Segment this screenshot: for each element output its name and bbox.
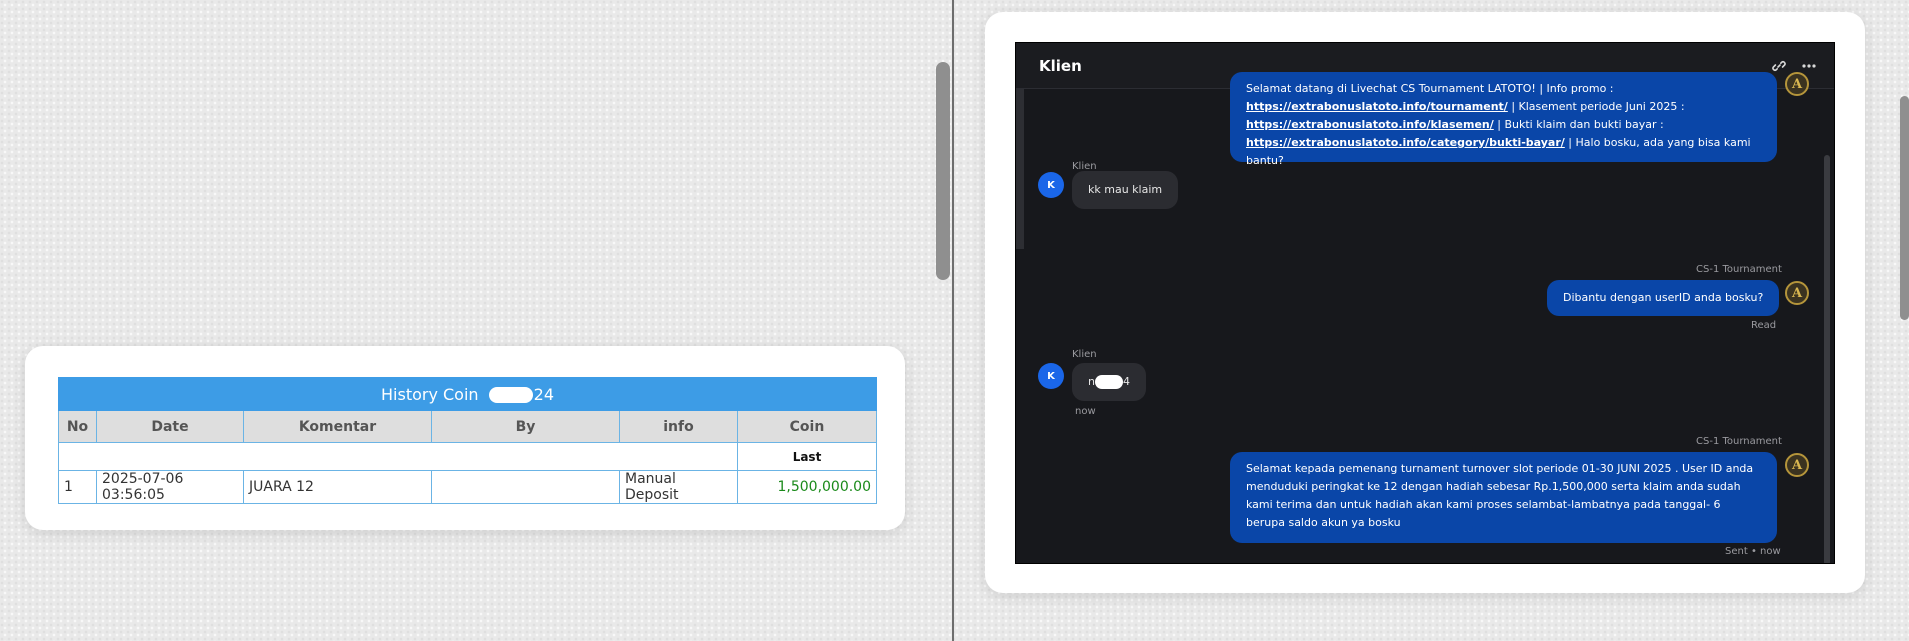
col-header-date: Date <box>96 410 244 443</box>
link-tournament[interactable]: https://extrabonuslatoto.info/tournament… <box>1246 100 1508 113</box>
history-coin-table: History Coin 24 No Date Komentar By info… <box>58 377 877 504</box>
message-text: | Bukti klaim dan bukti bayar : <box>1493 118 1664 131</box>
userid-suffix: 4 <box>1122 375 1130 388</box>
subheader-last: Last <box>737 442 877 471</box>
agent-avatar: A <box>1785 72 1809 96</box>
agent-sender-label: CS-1 Tournament <box>1696 436 1782 447</box>
read-status: Read <box>1751 320 1777 331</box>
table-subheader-row: Last <box>58 442 877 471</box>
client-sender-label: Klien <box>1072 349 1097 360</box>
table-title-row: History Coin 24 <box>58 377 877 411</box>
redaction-pill <box>488 387 533 403</box>
client-message: kk mau klaim <box>1072 171 1179 209</box>
cell-coin: 1,500,000.00 <box>737 470 877 504</box>
link-klasemen[interactable]: https://extrabonuslatoto.info/klasemen/ <box>1246 118 1494 131</box>
agent-message-congrats: Selamat kepada pemenang turnament turnov… <box>1230 452 1777 543</box>
message-text: Selamat datang di Livechat CS Tournament… <box>1246 82 1614 95</box>
table-title: History Coin 24 <box>58 377 877 411</box>
agent-message-welcome: Selamat datang di Livechat CS Tournament… <box>1230 72 1777 167</box>
cell-info: Manual Deposit <box>619 470 738 504</box>
chat-scrollbar[interactable] <box>1824 155 1830 563</box>
client-message-userid: n4 <box>1072 363 1146 401</box>
message-time: now <box>1075 406 1096 417</box>
col-header-info: info <box>619 410 738 443</box>
client-avatar: K <box>1038 363 1064 389</box>
cell-by <box>431 470 620 504</box>
table-header-row: No Date Komentar By info Coin <box>58 410 877 443</box>
agent-avatar: A <box>1785 453 1809 477</box>
agent-message: Dibantu dengan userID anda bosku? <box>1547 280 1780 316</box>
col-header-no: No <box>58 410 97 443</box>
table-row: 1 2025-07-06 03:56:05 JUARA 12 Manual De… <box>58 470 877 504</box>
link-bukti-bayar[interactable]: https://extrabonuslatoto.info/category/b… <box>1246 136 1565 149</box>
left-scrollbar-thumb[interactable] <box>936 62 950 280</box>
sent-status: Sent • now <box>1725 546 1781 557</box>
right-scrollbar-thumb[interactable] <box>1900 96 1909 320</box>
history-coin-card: History Coin 24 No Date Komentar By info… <box>25 346 905 530</box>
cell-date: 2025-07-06 03:56:05 <box>96 470 244 504</box>
col-header-komentar: Komentar <box>243 410 432 443</box>
message-text: | Klasement periode Juni 2025 : <box>1507 100 1685 113</box>
agent-sender-label: CS-1 Tournament <box>1696 264 1782 275</box>
table-title-suffix: 24 <box>533 384 554 404</box>
panel-divider <box>952 0 954 641</box>
userid-prefix: n <box>1088 375 1095 388</box>
cell-komentar: JUARA 12 <box>243 470 432 504</box>
chat-left-scroll-indicator <box>1016 89 1024 249</box>
agent-avatar: A <box>1785 281 1809 305</box>
client-avatar: K <box>1038 172 1064 198</box>
col-header-coin: Coin <box>737 410 877 443</box>
subheader-empty <box>58 442 738 471</box>
col-header-by: By <box>431 410 620 443</box>
chat-title: Klien <box>1039 57 1082 75</box>
chat-window: Klien Selamat datang di Livechat CS Tour… <box>1015 42 1835 564</box>
cell-no: 1 <box>58 470 97 504</box>
table-title-text: History Coin <box>381 384 484 404</box>
redaction-pill <box>1094 375 1123 389</box>
